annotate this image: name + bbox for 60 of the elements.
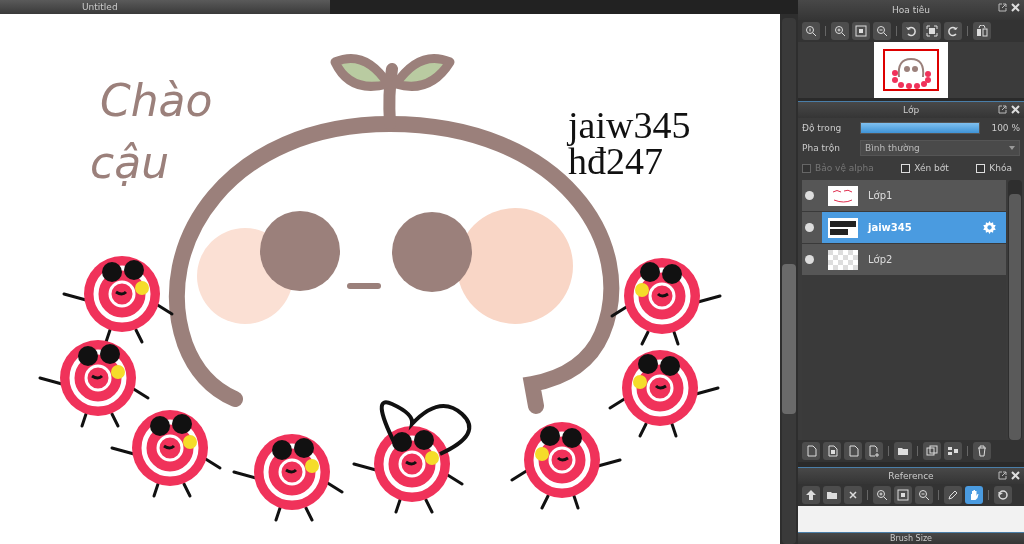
zoom-out-icon[interactable] (873, 22, 891, 40)
close-icon[interactable] (844, 486, 862, 504)
layer-name: Lớp1 (868, 190, 893, 201)
document-tab[interactable]: Untitled (0, 0, 330, 14)
panel-title: Hoa tiêu (892, 5, 930, 15)
close-icon[interactable] (1011, 105, 1020, 114)
navigator-preview[interactable] (874, 42, 948, 98)
visibility-toggle[interactable] (805, 255, 814, 264)
handwritten-text: cậu (90, 137, 170, 188)
fit-screen-icon[interactable] (894, 486, 912, 504)
rotate-icon[interactable] (994, 486, 1012, 504)
zoom-out-icon[interactable] (915, 486, 933, 504)
layer-name: jaiw345 (868, 222, 912, 233)
settings-icon[interactable] (983, 221, 996, 234)
rotate-left-icon[interactable] (902, 22, 920, 40)
layer-name: Lớp2 (868, 254, 893, 265)
undock-icon[interactable] (998, 471, 1007, 480)
flip-icon[interactable] (973, 22, 991, 40)
page-icon[interactable] (844, 442, 862, 460)
page-icon[interactable] (823, 442, 841, 460)
fit-screen-icon[interactable] (852, 22, 870, 40)
panel-title: Lớp (902, 105, 920, 115)
checkbox-label: Khóa (989, 163, 1012, 173)
field-label: Độ trong (802, 123, 843, 133)
checkbox-label: Xén bớt (914, 163, 949, 173)
caret-icon[interactable] (1009, 146, 1015, 150)
add-page-icon[interactable] (865, 442, 883, 460)
opacity-slider[interactable] (860, 122, 980, 134)
visibility-toggle[interactable] (805, 223, 814, 232)
field-label: Pha trộn (802, 143, 841, 153)
page-icon[interactable] (802, 442, 820, 460)
fullscreen-icon[interactable] (923, 22, 941, 40)
copy-icon[interactable] (923, 442, 941, 460)
pencil-icon[interactable] (944, 486, 962, 504)
panel-title: Reference (888, 471, 934, 481)
opacity-value: 100 % (990, 123, 1020, 133)
checkbox[interactable] (901, 163, 911, 173)
upload-icon[interactable] (802, 486, 820, 504)
zoom-in-icon[interactable] (831, 22, 849, 40)
layer-thumbnail (828, 249, 858, 270)
folder-icon[interactable] (894, 442, 912, 460)
panel-title: Brush Size (889, 534, 933, 543)
scroll-bar[interactable] (1008, 180, 1022, 440)
zoom-in-icon[interactable] (873, 486, 891, 504)
folder-icon[interactable] (823, 486, 841, 504)
close-icon[interactable] (1011, 471, 1020, 480)
scroll-bar[interactable] (782, 18, 796, 544)
hand-icon[interactable] (965, 486, 983, 504)
undock-icon[interactable] (998, 3, 1007, 12)
merge-icon[interactable] (944, 442, 962, 460)
rotate-right-icon[interactable] (944, 22, 962, 40)
layer-item[interactable]: jaiw345 (822, 212, 1006, 243)
undock-icon[interactable] (998, 105, 1007, 114)
handwritten-text: Chào (100, 75, 213, 126)
visibility-toggle[interactable] (805, 191, 814, 200)
close-icon[interactable] (1011, 3, 1020, 12)
blend-mode-dropdown[interactable]: Bình thường (860, 140, 1020, 156)
trash-icon[interactable] (973, 442, 991, 460)
zoom-icon[interactable] (802, 22, 820, 40)
checkbox[interactable] (976, 163, 986, 173)
